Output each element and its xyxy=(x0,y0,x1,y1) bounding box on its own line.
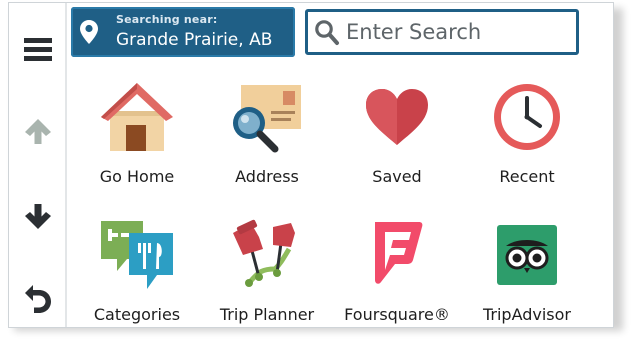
search-icon xyxy=(315,20,339,45)
tile-label: Categories xyxy=(93,305,181,324)
search-location-button[interactable]: Searching near: Grande Prairie, AB xyxy=(71,7,295,57)
arrow-down-icon xyxy=(25,204,51,229)
home-icon xyxy=(101,83,173,151)
tile-tripadvisor[interactable]: TripAdvisor xyxy=(462,209,592,327)
tile-label: Go Home xyxy=(99,167,175,186)
arrow-up-icon xyxy=(25,119,51,144)
foursquare-icon xyxy=(375,222,423,284)
categories-icon xyxy=(101,221,173,289)
location-pin-icon xyxy=(80,20,98,44)
menu-icon xyxy=(24,38,52,61)
tripadvisor-icon xyxy=(497,225,557,285)
scroll-up-button[interactable] xyxy=(9,109,67,153)
tile-foursquare[interactable]: Foursquare® xyxy=(332,209,462,327)
tile-label: Foursquare® xyxy=(344,305,450,324)
address-icon xyxy=(233,85,301,153)
back-button[interactable] xyxy=(9,277,67,321)
tile-label: Address xyxy=(235,167,299,186)
tile-recent[interactable]: Recent xyxy=(462,71,592,207)
location-name: Grande Prairie, AB xyxy=(116,30,273,50)
tile-label: TripAdvisor xyxy=(482,305,572,324)
location-caption: Searching near: xyxy=(116,13,218,26)
tile-go-home[interactable]: Go Home xyxy=(72,71,202,207)
trip-planner-icon xyxy=(233,219,295,287)
back-icon xyxy=(25,285,51,313)
sidebar xyxy=(9,3,67,327)
scroll-down-button[interactable] xyxy=(9,195,67,239)
device-screen: Searching near: Grande Prairie, AB Enter… xyxy=(8,2,614,328)
tile-label: Saved xyxy=(372,167,422,186)
main-panel: Searching near: Grande Prairie, AB Enter… xyxy=(67,3,613,327)
search-box[interactable] xyxy=(305,9,579,55)
tile-trip-planner[interactable]: Trip Planner xyxy=(202,209,332,327)
tile-categories[interactable]: Categories xyxy=(72,209,202,327)
search-input[interactable] xyxy=(346,18,566,46)
tile-label: Recent xyxy=(499,167,555,186)
tile-saved[interactable]: Saved xyxy=(332,71,462,207)
heart-icon xyxy=(366,89,428,145)
menu-button[interactable] xyxy=(9,27,67,71)
clock-icon xyxy=(494,84,560,150)
tile-label: Trip Planner xyxy=(219,305,315,324)
tile-address[interactable]: Address xyxy=(202,71,332,207)
